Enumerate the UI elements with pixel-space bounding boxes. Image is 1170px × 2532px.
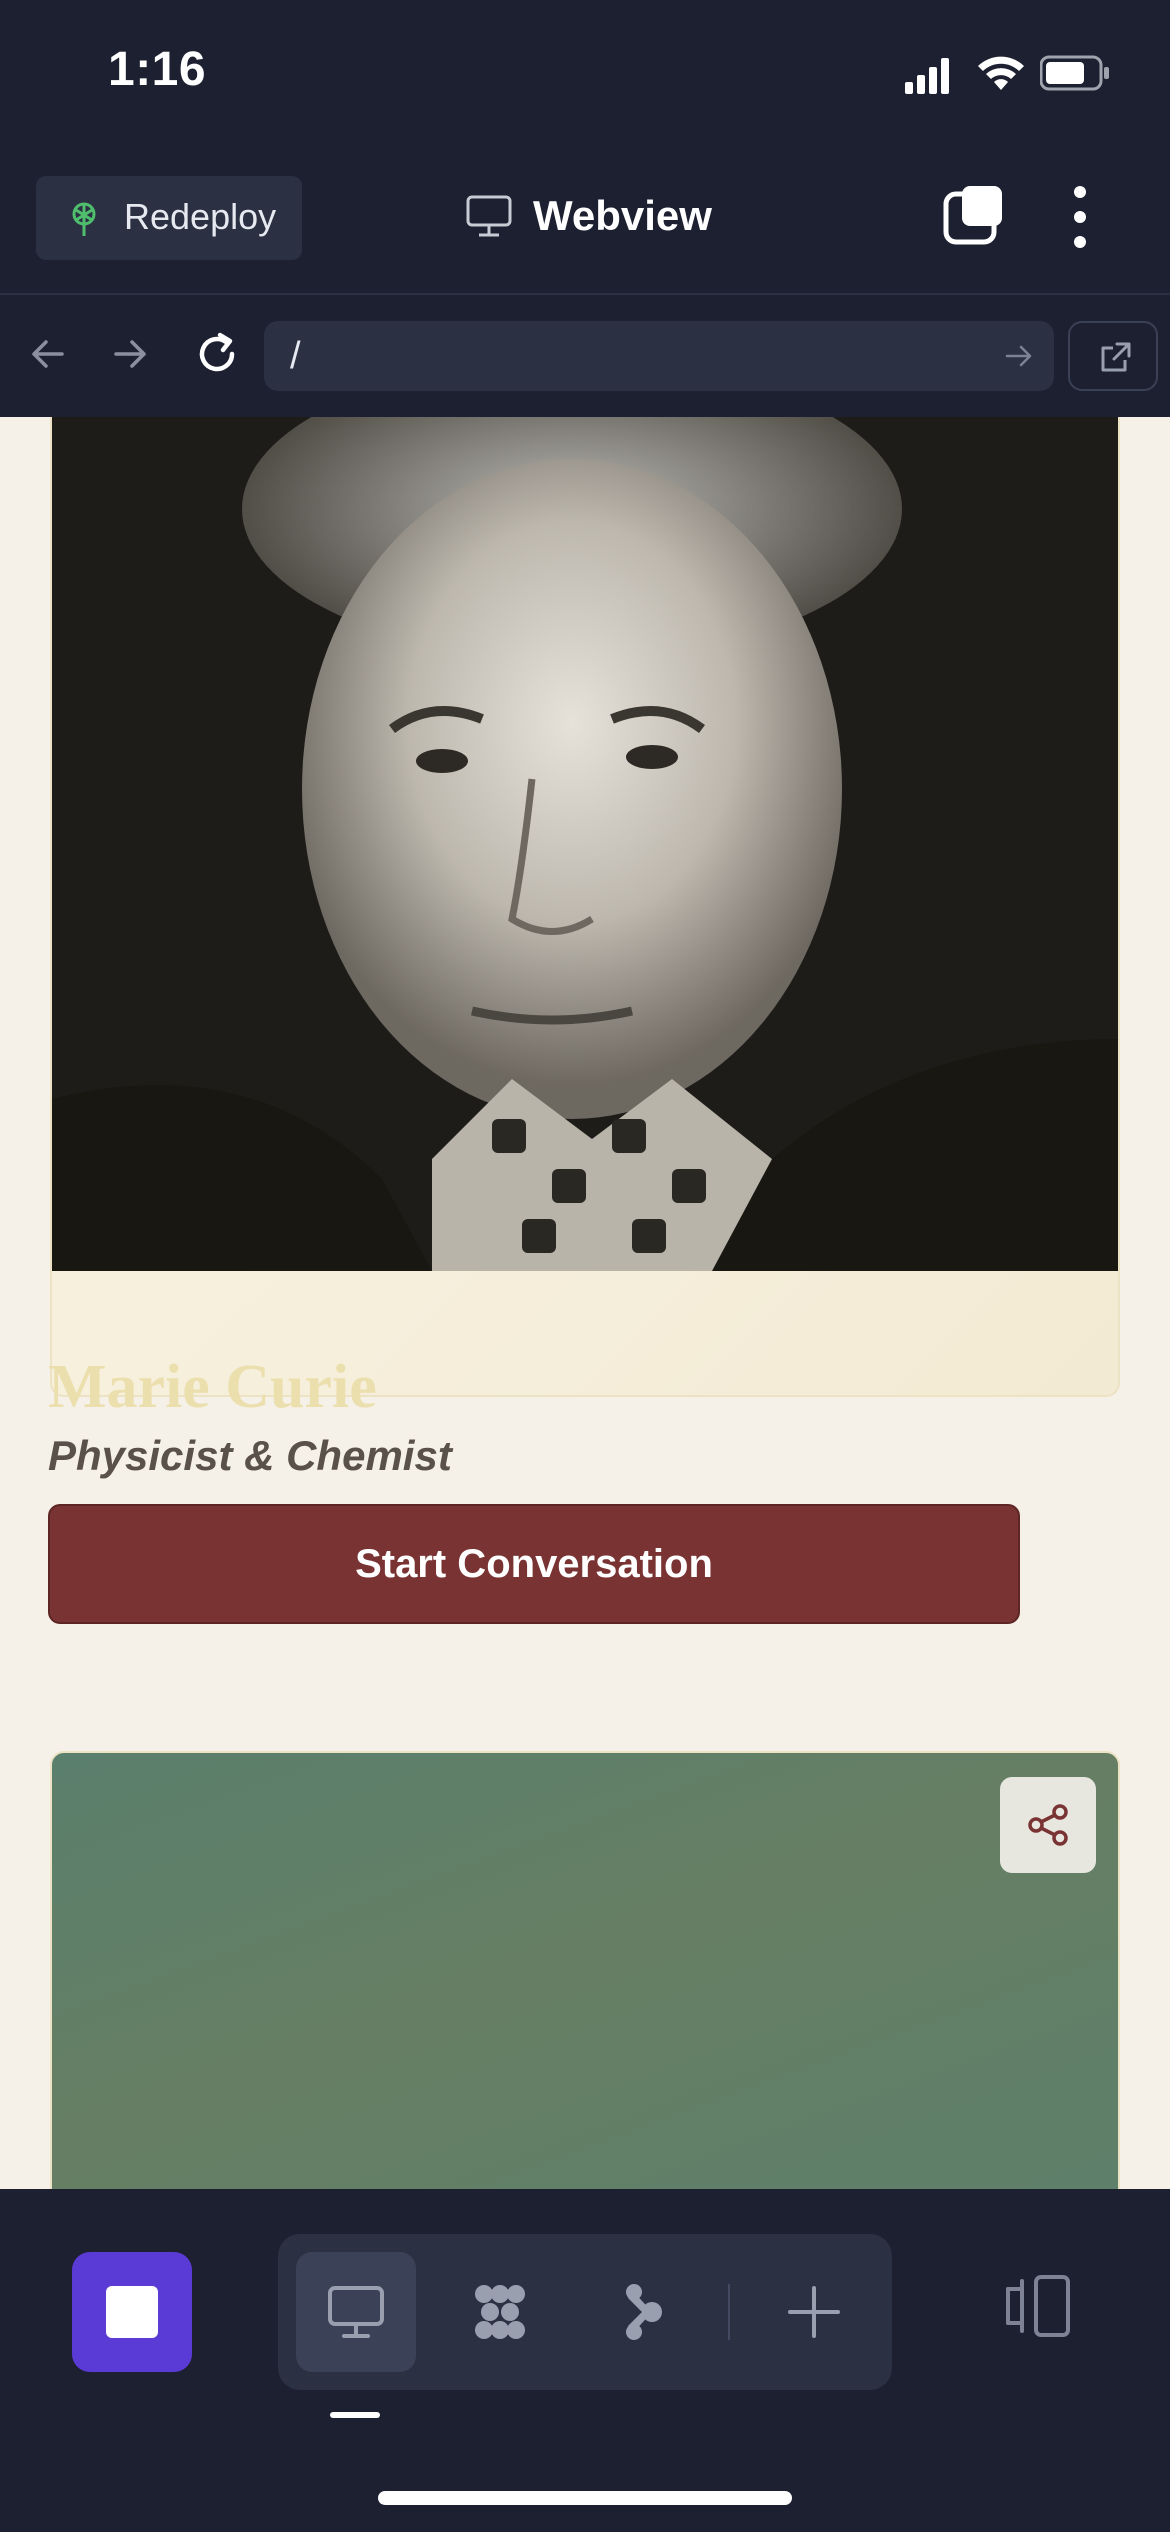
back-arrow-icon[interactable] — [26, 333, 68, 375]
persona-name: Marie Curie — [48, 1353, 377, 1421]
external-link-icon — [1101, 342, 1131, 372]
persona-role: Physicist & Chemist — [48, 1432, 452, 1479]
start-conversation-button[interactable]: Start Conversation — [48, 1504, 1020, 1624]
battery-icon — [1040, 55, 1109, 91]
status-time: 1:16 — [108, 43, 207, 96]
portrait-image — [52, 417, 1118, 1271]
cellular-signal-icon — [905, 58, 949, 94]
dots-grid-icon — [475, 2285, 525, 2339]
go-arrow-icon[interactable] — [1004, 341, 1034, 371]
forward-arrow-icon[interactable] — [110, 333, 152, 375]
plus-icon — [788, 2286, 840, 2338]
webview-tool-button[interactable] — [296, 2252, 416, 2372]
redeploy-label: Redeploy — [124, 196, 277, 237]
webview-header: Redeploy Webview — [0, 150, 1170, 295]
monitor-icon — [466, 195, 512, 237]
bottom-dock — [0, 2189, 1170, 2532]
add-tool-button[interactable] — [754, 2252, 874, 2372]
panel-toggle-icon[interactable] — [998, 2267, 1078, 2347]
webview-content: Marie Curie Physicist & Chemist Start Co… — [0, 417, 1170, 2189]
workflows-tool-button[interactable] — [440, 2252, 560, 2372]
tool-divider — [728, 2284, 730, 2340]
open-external-button[interactable] — [1068, 321, 1158, 391]
url-text: / — [290, 335, 301, 377]
url-input[interactable]: / — [264, 321, 1054, 391]
more-options-icon[interactable] — [1066, 186, 1094, 248]
persona-card — [50, 417, 1120, 1397]
url-bar: / — [0, 297, 1170, 417]
screen: 1:16 Redeploy Webview / Marie Curie Phys… — [0, 0, 1170, 2532]
status-bar: 1:16 — [0, 0, 1170, 150]
portrait-illustration — [52, 417, 1118, 1271]
home-indicator[interactable] — [378, 2491, 792, 2505]
wifi-icon — [978, 56, 1024, 90]
stop-button[interactable] — [72, 2252, 192, 2372]
page-title: Webview — [465, 192, 712, 240]
tabs-icon[interactable] — [942, 184, 1004, 246]
reload-icon[interactable] — [192, 329, 242, 379]
deploy-icon — [72, 202, 96, 236]
redeploy-button[interactable]: Redeploy — [36, 176, 302, 260]
share-icon — [1028, 1804, 1068, 1846]
page-title-label: Webview — [533, 192, 712, 239]
agent-icon — [626, 2284, 662, 2340]
stop-icon — [106, 2286, 158, 2338]
monitor-icon — [328, 2286, 384, 2338]
share-button[interactable] — [1000, 1777, 1096, 1873]
active-tool-indicator — [330, 2412, 380, 2418]
persona-card-2 — [50, 1751, 1120, 2189]
tool-group — [278, 2234, 892, 2390]
agent-tool-button[interactable] — [584, 2252, 704, 2372]
